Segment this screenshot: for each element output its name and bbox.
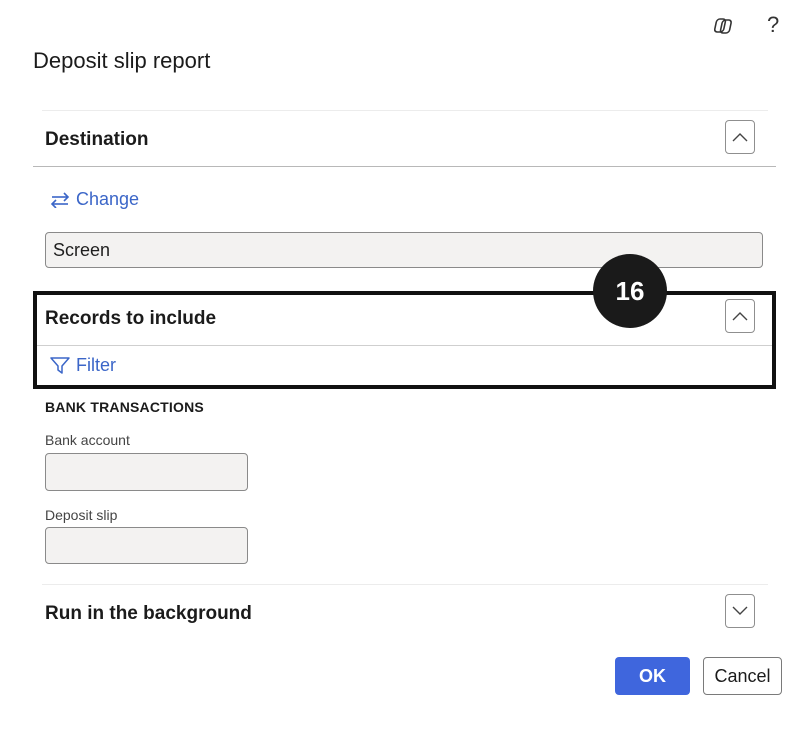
records-highlight-frame <box>33 291 776 389</box>
destination-value: Screen <box>53 239 111 260</box>
chevron-up-icon <box>732 133 748 142</box>
records-collapse-button[interactable] <box>725 299 755 333</box>
background-expand-button[interactable] <box>725 594 755 628</box>
bank-transactions-header: BANK TRANSACTIONS <box>45 399 204 415</box>
change-label: Change <box>76 189 140 209</box>
section-divider <box>42 110 768 111</box>
swap-arrows-icon <box>50 191 70 208</box>
background-section-title: Run in the background <box>45 603 252 624</box>
filter-label: Filter <box>76 355 116 375</box>
destination-collapse-button[interactable] <box>725 120 755 154</box>
destination-section-title: Destination <box>45 129 149 150</box>
copilot-icon[interactable] <box>713 14 738 38</box>
filter-icon <box>50 356 70 374</box>
ok-button[interactable]: OK <box>615 657 690 695</box>
records-section-title: Records to include <box>45 308 217 329</box>
chevron-down-icon <box>732 606 748 615</box>
section-divider <box>42 584 768 585</box>
chevron-up-icon <box>732 312 748 321</box>
page-title: Deposit slip report <box>33 48 211 73</box>
change-destination-button[interactable]: Change <box>50 189 139 210</box>
records-divider <box>37 345 772 346</box>
cancel-button[interactable]: Cancel <box>703 657 782 695</box>
step-number-badge: 16 <box>593 254 667 328</box>
filter-button[interactable]: Filter <box>50 355 116 376</box>
deposit-slip-field[interactable] <box>45 527 248 564</box>
bank-account-label: Bank account <box>45 432 130 448</box>
deposit-slip-label: Deposit slip <box>45 507 118 523</box>
bank-account-field[interactable] <box>45 453 248 491</box>
destination-divider <box>33 166 776 167</box>
help-icon[interactable]: ? <box>767 12 779 38</box>
destination-field[interactable]: Screen <box>45 232 763 268</box>
